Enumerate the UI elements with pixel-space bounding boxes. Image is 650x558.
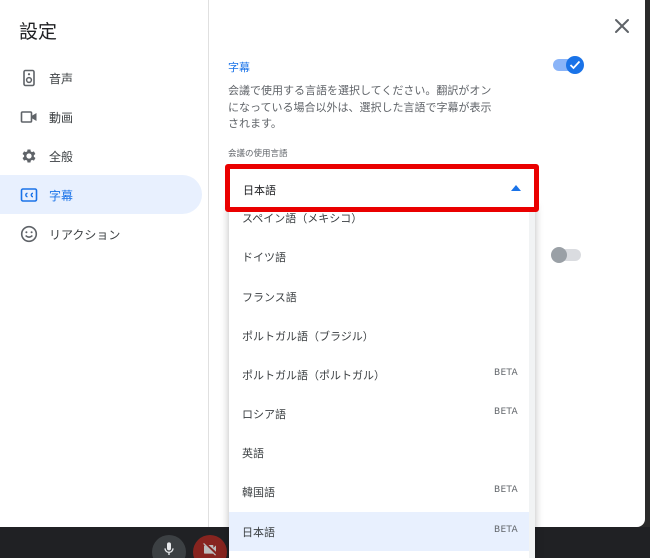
sidebar-item-reactions[interactable]: リアクション <box>0 214 202 253</box>
dropdown-scrollbar[interactable] <box>529 203 535 558</box>
close-button[interactable] <box>609 13 635 39</box>
video-camera-icon <box>20 111 37 123</box>
dialog-title: 設定 <box>19 21 58 43</box>
microphone-button[interactable] <box>152 535 186 558</box>
beta-badge: BETA <box>493 368 518 378</box>
smiley-icon <box>20 225 38 243</box>
beta-badge: BETA <box>493 407 518 417</box>
gear-icon <box>22 149 36 163</box>
option-label: 韓国語 <box>242 486 275 499</box>
captions-toggle[interactable] <box>553 56 584 74</box>
meeting-language-label: 会議の使用言語 <box>228 149 288 159</box>
captions-heading: 字幕 <box>228 61 250 74</box>
language-option[interactable]: フランス語 <box>229 277 529 316</box>
language-option[interactable]: ロシア語 BETA <box>229 394 529 433</box>
settings-sidebar: 音声 動画 全般 字幕 リアクション <box>0 58 208 253</box>
sidebar-item-video[interactable]: 動画 <box>0 97 202 136</box>
sidebar-item-captions[interactable]: 字幕 <box>0 175 202 214</box>
microphone-icon <box>164 542 174 555</box>
language-option[interactable]: ドイツ語 <box>229 237 529 276</box>
language-option[interactable]: ポルトガル語（ブラジル） <box>229 316 529 355</box>
sidebar-item-general[interactable]: 全般 <box>0 136 202 175</box>
arrow-up-icon <box>511 185 521 191</box>
sidebar-divider <box>208 0 209 527</box>
option-label: ポルトガル語（ポルトガル） <box>242 369 385 382</box>
toggle-thumb <box>566 56 584 74</box>
close-icon <box>615 19 629 33</box>
option-label: ロシア語 <box>242 408 286 421</box>
speaker-icon <box>23 69 35 87</box>
sidebar-item-label: リアクション <box>49 228 121 242</box>
camera-off-button[interactable] <box>193 535 227 558</box>
sidebar-item-label: 字幕 <box>49 189 74 203</box>
captions-description: 会議で使用する言語を選択してください。翻訳がオンになっている場合以外は、選択した… <box>228 84 492 130</box>
sidebar-item-label: 全般 <box>49 150 74 164</box>
sidebar-item-label: 音声 <box>49 72 74 86</box>
sidebar-item-label: 動画 <box>49 111 74 125</box>
language-select[interactable]: 日本語 <box>225 164 539 212</box>
option-label: 日本語 <box>242 526 275 539</box>
translation-toggle[interactable] <box>551 247 583 263</box>
language-option[interactable]: 英語 <box>229 433 529 472</box>
language-dropdown-list: スペイン語（メキシコ） ドイツ語 フランス語 ポルトガル語（ブラジル） ポルトガ… <box>229 203 535 558</box>
check-icon <box>569 60 581 70</box>
option-label: ドイツ語 <box>242 251 286 264</box>
toggle-thumb <box>551 247 567 263</box>
option-label: 英語 <box>242 447 264 460</box>
beta-badge: BETA <box>493 525 518 535</box>
camera-off-icon <box>203 543 216 556</box>
option-label: ポルトガル語（ブラジル） <box>242 330 374 343</box>
sidebar-item-audio[interactable]: 音声 <box>0 58 202 97</box>
beta-badge: BETA <box>493 485 518 495</box>
language-option[interactable]: 韓国語 BETA <box>229 472 529 511</box>
selected-language-value: 日本語 <box>243 184 276 197</box>
captions-icon <box>20 188 38 202</box>
option-label: フランス語 <box>242 291 297 304</box>
language-option-selected[interactable]: 日本語 BETA <box>229 512 529 551</box>
option-label: スペイン語（メキシコ） <box>242 212 363 225</box>
language-option[interactable]: ポルトガル語（ポルトガル） BETA <box>229 355 529 394</box>
